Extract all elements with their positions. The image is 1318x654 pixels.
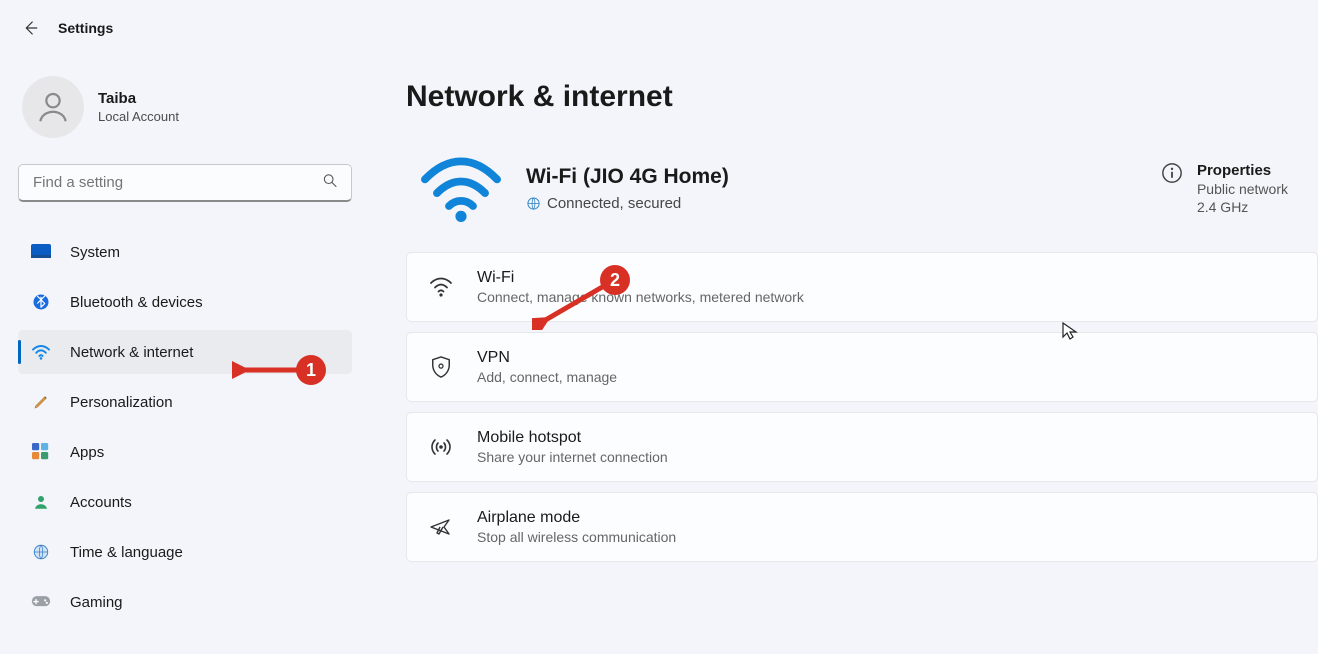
app-title: Settings — [58, 20, 113, 36]
sidebar-item-personalization[interactable]: Personalization — [18, 380, 352, 424]
sidebar-item-gaming[interactable]: Gaming — [18, 580, 352, 624]
person-icon — [34, 88, 72, 126]
properties-line2: 2.4 GHz — [1197, 199, 1288, 215]
sidebar-item-label: Time & language — [70, 544, 183, 561]
paintbrush-icon — [30, 391, 52, 413]
connection-status: Connected, secured — [526, 195, 1161, 212]
sidebar-item-accounts[interactable]: Accounts — [18, 480, 352, 524]
apps-icon — [30, 441, 52, 463]
sidebar-item-system[interactable]: System — [18, 230, 352, 274]
search-container — [18, 164, 352, 202]
sidebar-item-bluetooth[interactable]: Bluetooth & devices — [18, 280, 352, 324]
account-icon — [30, 491, 52, 513]
profile-subtitle: Local Account — [98, 109, 179, 124]
hotspot-icon — [427, 436, 455, 458]
airplane-icon — [427, 515, 455, 539]
wifi-icon — [427, 277, 455, 297]
card-subtitle: Share your internet connection — [477, 449, 1297, 465]
sidebar-nav: System Bluetooth & devices Network & int… — [18, 230, 352, 630]
info-icon — [1161, 162, 1183, 184]
profile-block[interactable]: Taiba Local Account — [18, 66, 352, 164]
gamepad-icon — [30, 591, 52, 613]
avatar — [22, 76, 84, 138]
sidebar-item-label: Network & internet — [70, 344, 193, 361]
connection-title: Wi-Fi (JIO 4G Home) — [526, 165, 1161, 189]
card-subtitle: Stop all wireless communication — [477, 529, 1297, 545]
arrow-left-icon — [21, 19, 39, 37]
wifi-icon — [30, 341, 52, 363]
sidebar-item-label: Gaming — [70, 594, 123, 611]
sidebar: Taiba Local Account System Bluetooth — [0, 56, 370, 654]
sidebar-item-label: Bluetooth & devices — [70, 294, 203, 311]
card-title: Mobile hotspot — [477, 429, 1297, 447]
properties-line1: Public network — [1197, 181, 1288, 197]
sidebar-item-apps[interactable]: Apps — [18, 430, 352, 474]
sidebar-item-label: System — [70, 244, 120, 261]
network-status-card: Wi-Fi (JIO 4G Home) Connected, secured P… — [406, 142, 1318, 252]
globe-clock-icon — [30, 541, 52, 563]
sidebar-item-label: Accounts — [70, 494, 132, 511]
sidebar-item-label: Personalization — [70, 394, 173, 411]
sidebar-item-time-language[interactable]: Time & language — [18, 530, 352, 574]
profile-name: Taiba — [98, 90, 179, 107]
window-header: Settings — [0, 0, 1318, 56]
main-content: Network & internet Wi-Fi (JIO 4G Home) C… — [370, 56, 1318, 654]
card-vpn[interactable]: VPN Add, connect, manage — [406, 332, 1318, 402]
search-input[interactable] — [18, 164, 352, 202]
monitor-icon — [30, 241, 52, 263]
settings-cards: Wi-Fi Connect, manage known networks, me… — [406, 252, 1318, 562]
card-title: Airplane mode — [477, 509, 1297, 527]
bluetooth-icon — [30, 291, 52, 313]
properties-title: Properties — [1197, 162, 1288, 179]
globe-icon — [526, 196, 541, 211]
properties-block[interactable]: Properties Public network 2.4 GHz — [1161, 162, 1288, 215]
card-wifi[interactable]: Wi-Fi Connect, manage known networks, me… — [406, 252, 1318, 322]
card-airplane-mode[interactable]: Airplane mode Stop all wireless communic… — [406, 492, 1318, 562]
wifi-large-icon — [406, 152, 516, 224]
sidebar-item-label: Apps — [70, 444, 104, 461]
page-title: Network & internet — [406, 80, 1318, 114]
back-button[interactable] — [20, 18, 40, 38]
card-subtitle: Add, connect, manage — [477, 369, 1297, 385]
card-subtitle: Connect, manage known networks, metered … — [477, 289, 1297, 305]
sidebar-item-network[interactable]: Network & internet — [18, 330, 352, 374]
shield-icon — [427, 355, 455, 379]
card-mobile-hotspot[interactable]: Mobile hotspot Share your internet conne… — [406, 412, 1318, 482]
card-title: Wi-Fi — [477, 269, 1297, 287]
card-title: VPN — [477, 349, 1297, 367]
